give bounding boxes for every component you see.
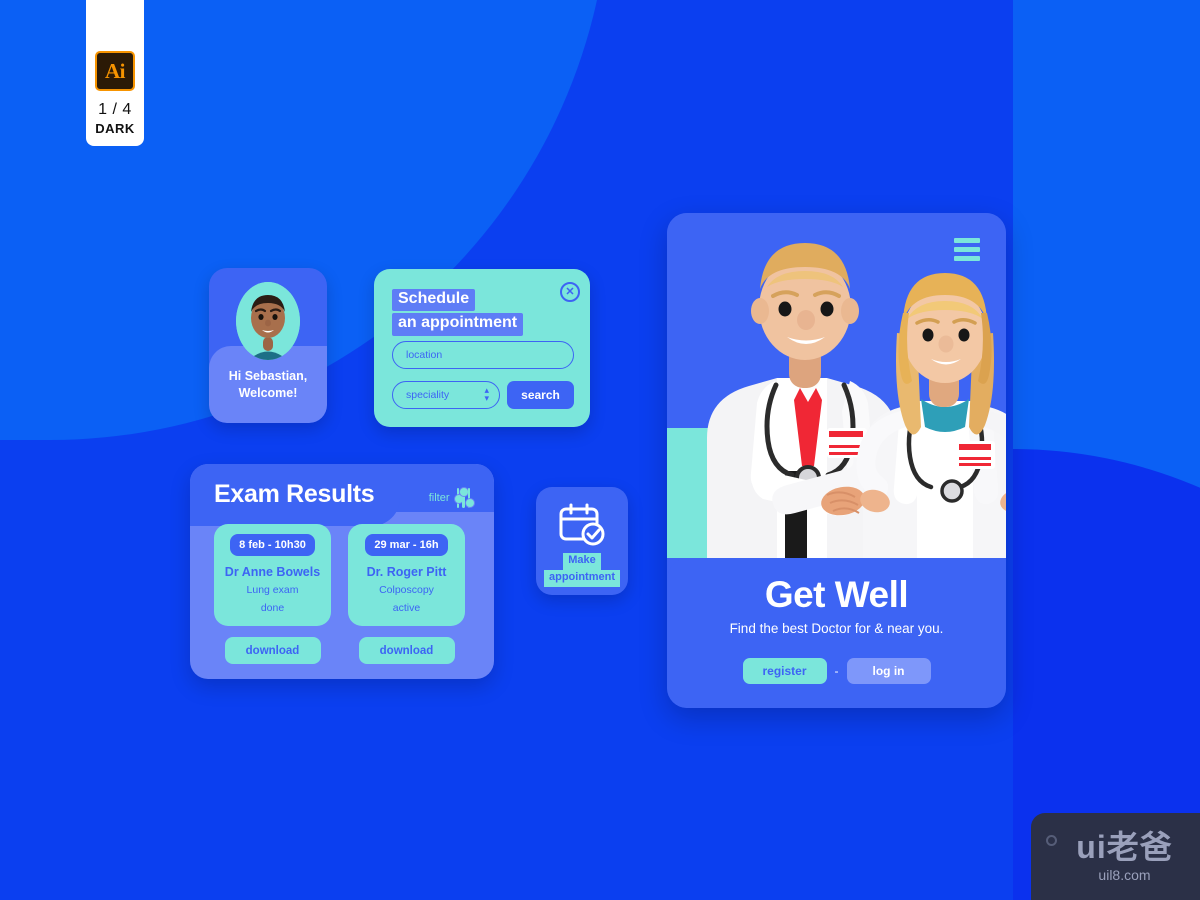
- make-appointment-card[interactable]: Make appointment: [536, 487, 628, 595]
- hamburger-menu-icon[interactable]: [954, 238, 980, 261]
- stepper-arrows-icon[interactable]: ▴ ▾: [484, 385, 489, 404]
- avatar: [236, 282, 300, 360]
- watermark-dot-icon: [1046, 835, 1057, 846]
- sliders-icon[interactable]: [454, 487, 474, 508]
- watermark-url: uil8.com: [1098, 866, 1151, 883]
- status-badge: done: [260, 602, 285, 615]
- greeting-line-1: Hi Sebastian,: [228, 369, 308, 383]
- exam-doctor-name: Dr Anne Bowels: [224, 565, 321, 579]
- schedule-appointment-card: ✕ Schedule an appointment speciality ▴ ▾…: [374, 269, 590, 427]
- register-button[interactable]: register: [742, 658, 827, 684]
- hero-subtitle: Find the best Doctor for & near you.: [729, 621, 944, 636]
- exam-doctor-name: Dr. Roger Pitt: [366, 565, 447, 579]
- search-button[interactable]: search: [507, 381, 574, 409]
- schedule-title-line-2: an appointment: [392, 313, 524, 336]
- stepper-down-icon[interactable]: ▾: [484, 394, 489, 404]
- make-appointment-label: Make appointment: [544, 553, 620, 587]
- exam-date-badge: 29 mar - 16h: [365, 534, 448, 556]
- app-canvas: Ai 1 / 4 DARK Hi Sebastian, Welcome! ✕ S…: [0, 0, 1200, 900]
- schedule-title: Schedule an appointment: [392, 289, 524, 336]
- hero-action-row: register - log in: [667, 658, 1006, 684]
- exam-results-card: Exam Results filter 8 feb - 10h30 Dr Ann…: [190, 464, 494, 679]
- hero-card: Get Well Find the best Doctor for & near…: [667, 213, 1006, 708]
- exam-type: Colposcopy: [379, 584, 434, 596]
- theme-label: DARK: [95, 121, 135, 136]
- greeting-text: Hi Sebastian, Welcome!: [209, 368, 327, 402]
- speciality-select[interactable]: speciality ▴ ▾: [392, 381, 500, 409]
- status-badge: active: [392, 602, 421, 615]
- page-counter: 1 / 4: [98, 101, 132, 118]
- watermark: ui老爸 uil8.com: [1031, 813, 1200, 900]
- watermark-brand: ui老爸: [1076, 828, 1173, 865]
- two-doctors-illustration: [667, 213, 1006, 558]
- list-item: 8 feb - 10h30 Dr Anne Bowels Lung exam d…: [214, 524, 331, 665]
- login-button[interactable]: log in: [846, 658, 931, 684]
- exam-item-body: 29 mar - 16h Dr. Roger Pitt Colposcopy a…: [348, 524, 465, 627]
- schedule-title-line-1: Schedule: [392, 289, 476, 312]
- exam-results-list: 8 feb - 10h30 Dr Anne Bowels Lung exam d…: [214, 524, 465, 665]
- exam-type: Lung exam: [246, 584, 299, 596]
- make-appointment-line-1: Make: [563, 553, 601, 570]
- background-blob-right: [1013, 0, 1200, 450]
- exam-item-body: 8 feb - 10h30 Dr Anne Bowels Lung exam d…: [214, 524, 331, 627]
- exam-date-badge: 8 feb - 10h30: [230, 534, 315, 556]
- illustrator-badge: Ai 1 / 4 DARK: [86, 0, 144, 146]
- greeting-line-2: Welcome!: [238, 385, 298, 400]
- list-item: 29 mar - 16h Dr. Roger Pitt Colposcopy a…: [348, 524, 465, 665]
- greeting-card[interactable]: Hi Sebastian, Welcome!: [209, 268, 327, 423]
- calendar-check-icon: [558, 503, 606, 552]
- filter-label: filter: [428, 492, 450, 504]
- hero-content-panel: Get Well Find the best Doctor for & near…: [667, 558, 1006, 708]
- speciality-label: speciality: [406, 389, 450, 401]
- location-input[interactable]: [392, 341, 574, 369]
- make-appointment-line-2: appointment: [544, 569, 620, 587]
- download-button[interactable]: download: [224, 637, 321, 665]
- close-icon[interactable]: ✕: [560, 282, 580, 302]
- exam-results-title: Exam Results: [214, 480, 375, 508]
- filter-control[interactable]: filter: [428, 487, 474, 508]
- download-button[interactable]: download: [358, 637, 455, 665]
- illustrator-icon: Ai: [95, 51, 135, 91]
- action-separator: -: [834, 664, 839, 678]
- page-title: Get Well: [764, 574, 909, 615]
